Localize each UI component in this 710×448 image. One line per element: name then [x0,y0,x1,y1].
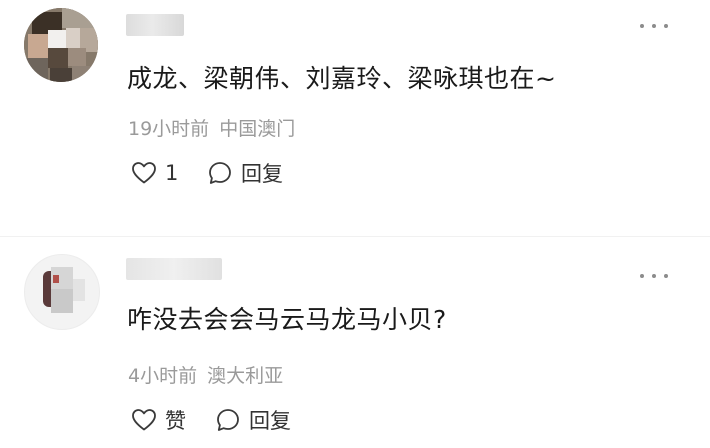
reply-label: 回复 [241,162,283,186]
comment-actions: 1 回复 [131,158,283,188]
divider [0,236,710,237]
more-icon[interactable] [640,19,668,33]
comment-location: 中国澳门 [219,118,296,140]
like-button[interactable]: 1 [131,161,207,185]
comment-bubble-icon [215,407,241,433]
heart-icon [131,408,157,432]
comment-text: 成龙、梁朝伟、刘嘉玲、梁咏琪也在~ [127,64,557,93]
comment-meta: 19小时前 中国澳门 [128,114,295,141]
comment-bubble-icon [207,160,233,186]
like-button[interactable]: 赞 [131,405,215,435]
reply-label: 回复 [249,409,291,433]
comment-location: 澳大利亚 [207,365,284,387]
username-obscured [126,14,184,36]
reply-button[interactable]: 回复 [215,405,291,435]
comment-item: 成龙、梁朝伟、刘嘉玲、梁咏琪也在~ 19小时前 中国澳门 1 回复 [0,0,710,222]
comment-time: 4小时前 [128,365,198,387]
comment-time: 19小时前 [128,118,210,140]
like-label: 赞 [165,409,186,433]
reply-button[interactable]: 回复 [207,158,283,188]
comment-actions: 赞 回复 [131,405,291,435]
comment-meta: 4小时前 澳大利亚 [128,361,283,388]
avatar[interactable] [24,8,98,82]
comment-item: 咋没去会会马云马龙马小贝? 4小时前 澳大利亚 赞 回复 [0,248,710,448]
avatar[interactable] [24,254,100,330]
like-count: 1 [165,161,179,185]
heart-icon [131,161,157,185]
more-icon[interactable] [640,269,668,283]
comment-text: 咋没去会会马云马龙马小贝? [127,305,447,334]
username-obscured [126,258,222,280]
